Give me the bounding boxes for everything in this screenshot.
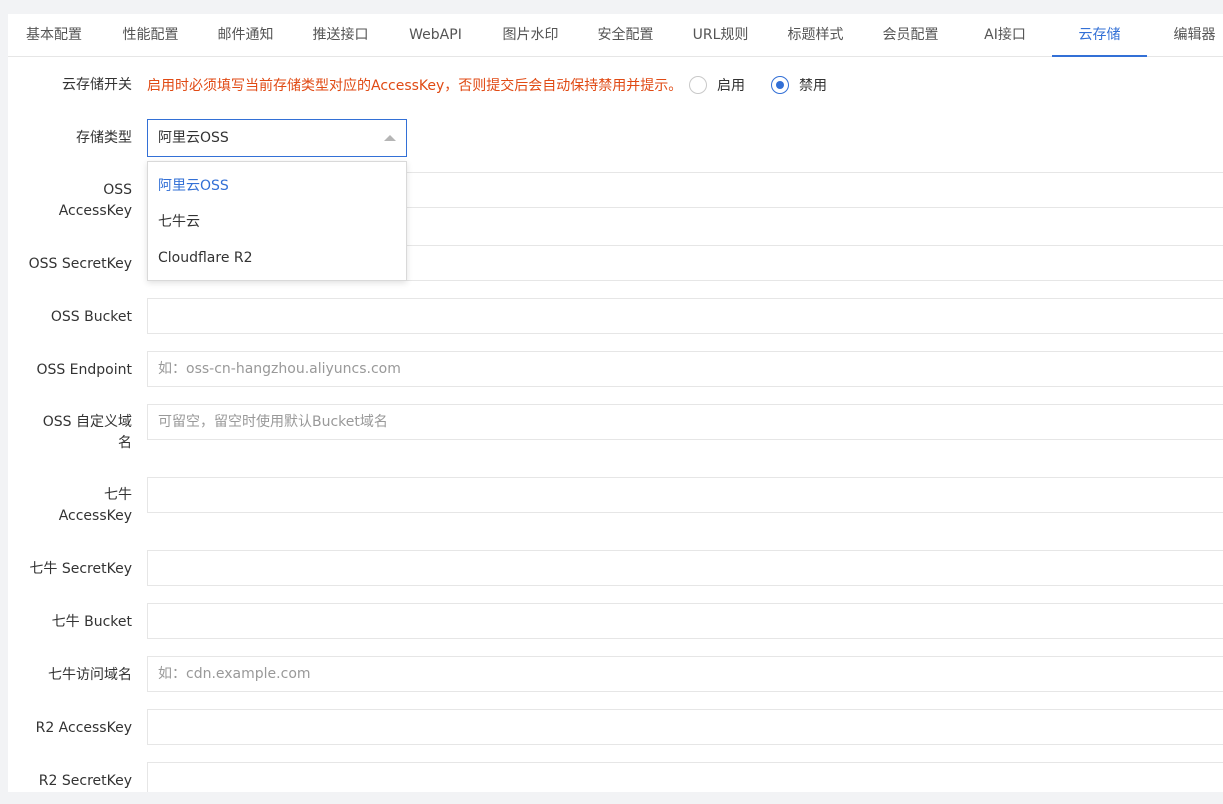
tab-email[interactable]: 邮件通知 [198, 14, 293, 56]
qiniu-secretkey-input[interactable] [147, 550, 1223, 586]
storage-type-select[interactable]: 阿里云OSS [147, 119, 407, 157]
oss-domain-label: OSS 自定义域 名 [8, 412, 132, 454]
r2-accesskey-input[interactable] [147, 709, 1223, 745]
qiniu-accesskey-input[interactable] [147, 477, 1223, 513]
label-line: AccessKey [58, 508, 132, 524]
tab-webapi[interactable]: WebAPI [388, 14, 483, 56]
tab-performance[interactable]: 性能配置 [103, 14, 198, 56]
storage-switch-hint: 启用时必须填写当前存储类型对应的AccessKey，否则提交后会自动保持禁用并提… [147, 78, 683, 94]
oss-domain-input[interactable] [147, 404, 1223, 440]
storage-type-dropdown: 阿里云OSS 七牛云 Cloudflare R2 [147, 161, 407, 281]
radio-enable[interactable]: 启用 [689, 75, 745, 95]
label-line: 七牛 [104, 487, 132, 503]
tab-push[interactable]: 推送接口 [293, 14, 388, 56]
option-qiniu[interactable]: 七牛云 [148, 204, 406, 240]
settings-panel: 基本配置 性能配置 邮件通知 推送接口 WebAPI 图片水印 安全配置 URL… [8, 14, 1223, 792]
tab-title-style[interactable]: 标题样式 [768, 14, 863, 56]
oss-endpoint-label: OSS Endpoint [36, 362, 132, 378]
option-cloudflare-r2[interactable]: Cloudflare R2 [148, 240, 406, 276]
qiniu-bucket-input[interactable] [147, 603, 1223, 639]
radio-circle[interactable] [689, 76, 707, 94]
tab-cloud-storage[interactable]: 云存储 [1052, 14, 1147, 57]
settings-tabs: 基本配置 性能配置 邮件通知 推送接口 WebAPI 图片水印 安全配置 URL… [8, 14, 1223, 57]
caret-up-icon [384, 135, 396, 141]
storage-type-label: 存储类型 [76, 130, 132, 146]
oss-bucket-label: OSS Bucket [50, 309, 132, 325]
tab-security[interactable]: 安全配置 [578, 14, 673, 56]
tab-basic[interactable]: 基本配置 [8, 14, 100, 56]
qiniu-accesskey-label: 七牛 AccessKey [8, 485, 132, 527]
label-line: 名 [118, 435, 132, 451]
storage-switch-label: 云存储开关 [62, 77, 132, 93]
r2-secretkey-input[interactable] [147, 762, 1223, 792]
label-line: OSS [103, 182, 132, 198]
radio-circle-checked[interactable] [771, 76, 789, 94]
qiniu-secretkey-label: 七牛 SecretKey [29, 561, 132, 577]
oss-endpoint-input[interactable] [147, 351, 1223, 387]
qiniu-bucket-label: 七牛 Bucket [51, 614, 132, 630]
r2-secretkey-label: R2 SecretKey [38, 773, 132, 789]
tab-member[interactable]: 会员配置 [863, 14, 958, 56]
tab-url-rules[interactable]: URL规则 [673, 14, 768, 56]
radio-disable[interactable]: 禁用 [771, 75, 827, 95]
oss-accesskey-label: OSS AccessKey [8, 180, 132, 222]
label-line: AccessKey [58, 203, 132, 219]
qiniu-domain-label: 七牛访问域名 [48, 667, 132, 683]
storage-type-value: 阿里云OSS [158, 130, 229, 146]
radio-disable-label: 禁用 [799, 78, 827, 94]
tab-editor[interactable]: 编辑器 [1147, 14, 1223, 56]
oss-bucket-input[interactable] [147, 298, 1223, 334]
r2-accesskey-label: R2 AccessKey [35, 720, 132, 736]
tab-watermark[interactable]: 图片水印 [483, 14, 578, 56]
radio-enable-label: 启用 [717, 78, 745, 94]
oss-secretkey-label: OSS SecretKey [28, 256, 132, 272]
qiniu-domain-input[interactable] [147, 656, 1223, 692]
option-aliyun-oss[interactable]: 阿里云OSS [148, 168, 406, 204]
label-line: OSS 自定义域 [42, 414, 132, 430]
tab-ai[interactable]: AI接口 [958, 14, 1052, 56]
